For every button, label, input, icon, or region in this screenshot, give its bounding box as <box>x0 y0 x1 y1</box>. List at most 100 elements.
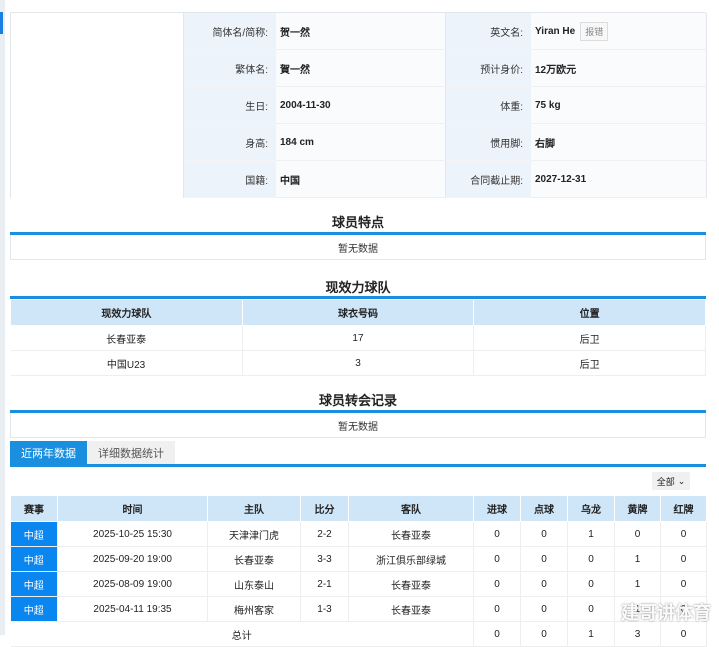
table-cell: 0 <box>567 546 615 572</box>
info-label: 身高: <box>184 124 276 161</box>
teams-title: 现效力球队 <box>325 280 391 295</box>
chevron-down-icon: ⌄ <box>677 475 686 486</box>
table-cell: 2025-10-25 15:30 <box>57 521 208 547</box>
table-cell: 1 <box>614 546 661 572</box>
table-cell: 0 <box>520 546 568 572</box>
info-label: 预计身价: <box>446 50 531 87</box>
table-cell: 2-1 <box>300 571 349 597</box>
table-cell: 0 <box>567 571 615 597</box>
table-row: 中国U23 3 后卫 <box>10 350 706 376</box>
table-cell: 长春亚泰 <box>348 596 474 622</box>
info-value-text: 2027-12-31 <box>535 173 587 185</box>
table-cell: 长春亚泰 <box>348 571 474 597</box>
info-value-text: 右脚 <box>535 138 555 150</box>
total-value: 0 <box>473 621 521 647</box>
col-header: 比分 <box>300 495 349 522</box>
report-error-button[interactable]: 报错 <box>580 21 609 41</box>
traits-title: 球员特点 <box>331 215 384 230</box>
table-cell: 长春亚泰 <box>348 521 474 547</box>
table-cell: 0 <box>520 521 568 547</box>
table-cell: 0 <box>473 596 521 622</box>
competition-link[interactable]: 中超 <box>10 571 58 597</box>
total-label: 总计 <box>10 621 474 647</box>
total-value: 0 <box>660 621 707 647</box>
table-cell: 2025-09-20 19:00 <box>57 546 208 572</box>
info-value: 2027-12-31 <box>531 161 707 198</box>
table-cell: 1 <box>567 521 615 547</box>
table-cell: 0 <box>660 521 707 547</box>
match-stats-table: 赛事 时间 主队 比分 客队 进球 点球 乌龙 黄牌 红牌 中超 2025-10-25 15:30 天… <box>10 495 707 647</box>
traits-empty: 暂无数据 <box>10 235 706 260</box>
teams-table: 现效力球队 球衣号码 位置 长春亚泰 17 后卫 中国U23 3 后卫 <box>10 299 706 376</box>
info-label: 英文名: <box>446 13 531 50</box>
tab-detailed-stats[interactable]: 详细数据统计 <box>87 441 175 464</box>
col-header: 时间 <box>57 495 208 522</box>
table-cell: 0 <box>520 571 568 597</box>
table-cell: 0 <box>660 546 707 572</box>
info-value: 75 kg <box>531 87 707 124</box>
player-photo <box>11 13 184 198</box>
competition-filter-select[interactable]: 全部 ⌄ <box>652 472 690 490</box>
competition-link[interactable]: 中超 <box>10 521 58 547</box>
table-cell: 0 <box>473 546 521 572</box>
info-value-text: Yiran He <box>535 25 576 37</box>
info-value: 12万欧元 <box>531 50 707 87</box>
table-cell: 3 <box>242 350 475 376</box>
left-sidebar <box>0 0 5 635</box>
competition-link[interactable]: 中超 <box>10 546 58 572</box>
table-cell: 0 <box>520 596 568 622</box>
table-cell: 2025-04-11 19:35 <box>57 596 208 622</box>
table-row: 中超 2025-08-09 19:00 山东泰山 2-1 长春亚泰 0 0 0 1 0 <box>10 571 707 597</box>
player-info-table: 简体名/简称: 贺一然 英文名: Yiran He 报错繁体名: 賀一然 预计身价: 12万欧… <box>10 12 707 198</box>
info-label: 国籍: <box>184 161 276 198</box>
table-cell: 浙江俱乐部绿城 <box>348 546 474 572</box>
table-cell: 长春亚泰 <box>10 325 243 351</box>
transfers-title: 球员转会记录 <box>318 393 397 408</box>
tab-recent-two-years[interactable]: 近两年数据 <box>10 441 87 464</box>
table-cell: 3-3 <box>300 546 349 572</box>
watermark: 建哥讲体育 <box>621 603 711 623</box>
info-label: 简体名/简称: <box>184 13 276 50</box>
table-cell: 后卫 <box>473 350 706 376</box>
col-header: 现效力球队 <box>10 299 243 326</box>
competition-link[interactable]: 中超 <box>10 596 58 622</box>
table-cell: 1-3 <box>300 596 349 622</box>
table-row: 中超 2025-04-11 19:35 梅州客家 1-3 长春亚泰 0 0 0 1 0 <box>10 596 707 622</box>
info-value: Yiran He 报错 <box>531 13 707 50</box>
info-value: 2004-11-30 <box>276 87 446 124</box>
info-label: 繁体名: <box>184 50 276 87</box>
info-value: 賀一然 <box>276 50 446 87</box>
col-header: 位置 <box>473 299 706 326</box>
table-cell: 17 <box>242 325 475 351</box>
col-header: 球衣号码 <box>241 299 475 326</box>
info-value-text: 12万欧元 <box>535 64 577 76</box>
info-value: 中国 <box>276 161 446 198</box>
table-cell: 长春亚泰 <box>207 546 301 572</box>
transfers-empty: 暂无数据 <box>10 413 706 438</box>
info-label: 生日: <box>184 87 276 124</box>
table-cell: 天津津门虎 <box>207 521 301 547</box>
col-header: 红牌 <box>660 495 707 522</box>
table-cell: 中国U23 <box>10 350 243 376</box>
col-header: 乌龙 <box>567 495 615 522</box>
info-value: 右脚 <box>531 124 707 161</box>
table-cell: 山东泰山 <box>207 571 301 597</box>
total-value: 3 <box>614 621 661 647</box>
col-header: 黄牌 <box>614 495 661 522</box>
table-row: 中超 2025-09-20 19:00 长春亚泰 3-3 浙江俱乐部绿城 0 0 0 1 0 <box>10 546 707 572</box>
table-cell: 1 <box>614 571 661 597</box>
table-row: 中超 2025-10-25 15:30 天津津门虎 2-2 长春亚泰 0 0 1 0 0 <box>10 521 707 547</box>
info-value-text: 75 kg <box>535 99 561 111</box>
col-header: 进球 <box>473 495 521 522</box>
total-row: 总计 0 0 1 3 0 <box>10 621 707 647</box>
table-cell: 0 <box>567 596 615 622</box>
table-cell: 0 <box>473 521 521 547</box>
table-cell: 2025-08-09 19:00 <box>57 571 208 597</box>
table-cell: 后卫 <box>473 325 706 351</box>
info-value: 贺一然 <box>276 13 446 50</box>
info-label: 合同截止期: <box>446 161 531 198</box>
table-cell: 0 <box>660 571 707 597</box>
info-label: 惯用脚: <box>446 124 531 161</box>
col-header: 点球 <box>520 495 568 522</box>
total-value: 1 <box>567 621 615 647</box>
